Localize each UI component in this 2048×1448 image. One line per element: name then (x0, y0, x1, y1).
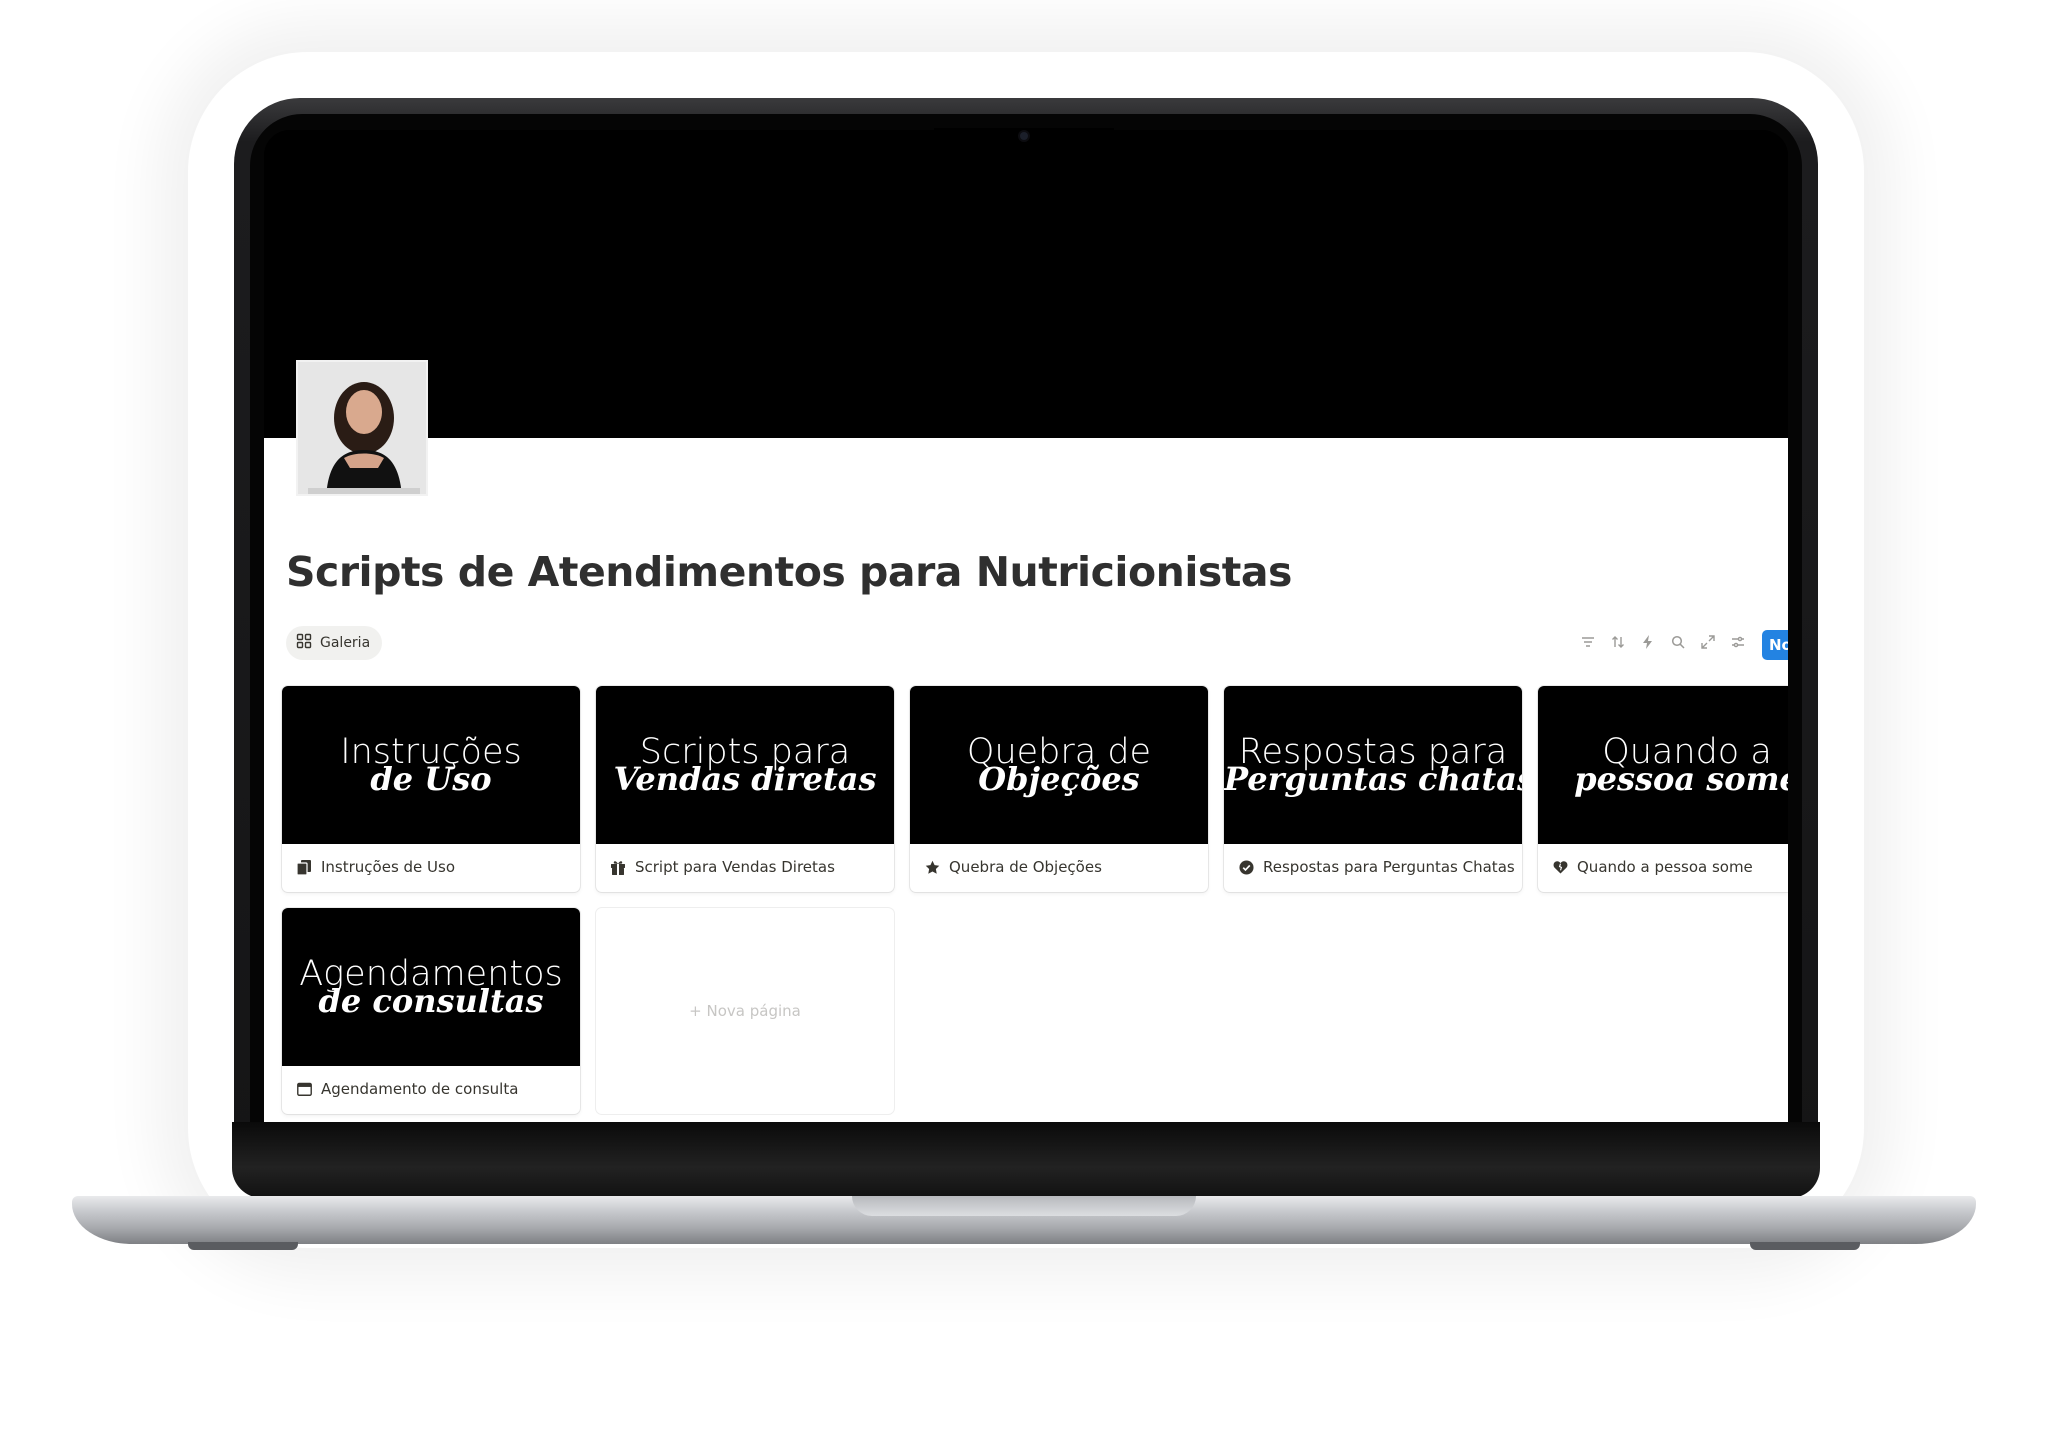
card-cover: Scripts para Vendas diretas (596, 686, 894, 844)
gallery-card[interactable]: Quebra de Objeções Quebra de Objeções (910, 686, 1208, 892)
page-title: Scripts de Atendimentos para Nutricionis… (286, 548, 1292, 596)
tab-gallery-view[interactable]: Galeria (286, 626, 383, 660)
expand-icon[interactable] (1698, 630, 1718, 654)
gift-icon (610, 859, 626, 875)
card-cover: Respostas para Perguntas chatas (1224, 686, 1522, 844)
card-title: Quebra de Objeções (949, 858, 1102, 876)
gallery-grid-icon (296, 633, 312, 653)
laptop-foot-right (1750, 1242, 1860, 1250)
card-cover-subtitle: Objeções (978, 760, 1140, 798)
filter-icon[interactable] (1578, 630, 1598, 654)
database-toolbar (1578, 630, 1748, 654)
sort-icon[interactable] (1608, 630, 1628, 654)
new-button[interactable]: No (1762, 630, 1788, 660)
card-cover-subtitle: de consultas (318, 982, 544, 1020)
document-icon (296, 859, 312, 875)
card-cover: Agendamentos de consultas (282, 908, 580, 1066)
gallery-card[interactable]: Respostas para Perguntas chatas Resposta… (1224, 686, 1522, 892)
laptop-foot-left (188, 1242, 298, 1250)
card-title: Instruções de Uso (321, 858, 456, 876)
gallery-card[interactable]: Agendamentos de consultas Agendamento de… (282, 908, 580, 1114)
page-icon-avatar[interactable] (296, 360, 428, 496)
card-title: Agendamento de consulta (321, 1080, 519, 1098)
check-circle-icon (1238, 859, 1254, 875)
card-cover-subtitle: de Uso (370, 760, 492, 798)
gallery-card[interactable]: Instruções de Uso Instruções de Uso (282, 686, 580, 892)
card-title: Quando a pessoa some (1577, 858, 1753, 876)
page-cover (264, 130, 1788, 438)
gallery-card[interactable]: Scripts para Vendas diretas Script para … (596, 686, 894, 892)
settings-icon[interactable] (1728, 630, 1748, 654)
calendar-icon (296, 1081, 312, 1097)
search-icon[interactable] (1668, 630, 1688, 654)
new-page-card[interactable]: + Nova página (596, 908, 894, 1114)
card-cover-subtitle: Perguntas chatas (1224, 760, 1522, 798)
tab-gallery-label: Galeria (320, 635, 371, 651)
heart-icon (1552, 859, 1568, 875)
lightning-icon[interactable] (1638, 630, 1658, 654)
card-title: Respostas para Perguntas Chatas (1263, 858, 1515, 876)
card-cover: Instruções de Uso (282, 686, 580, 844)
laptop-screen: Scripts de Atendimentos para Nutricionis… (264, 130, 1788, 1122)
card-cover: Quando a pessoa some (1538, 686, 1788, 844)
laptop-hinge (232, 1122, 1820, 1198)
card-cover: Quebra de Objeções (910, 686, 1208, 844)
card-title: Script para Vendas Diretas (635, 858, 835, 876)
camera-icon (1020, 132, 1028, 140)
new-page-label: + Nova página (689, 1002, 801, 1020)
card-cover-subtitle: pessoa some (1574, 760, 1788, 798)
gallery-card[interactable]: Quando a pessoa some Quando a pessoa som… (1538, 686, 1788, 892)
laptop-opening-notch (852, 1196, 1196, 1216)
star-icon (924, 859, 940, 875)
card-cover-subtitle: Vendas diretas (613, 760, 877, 798)
